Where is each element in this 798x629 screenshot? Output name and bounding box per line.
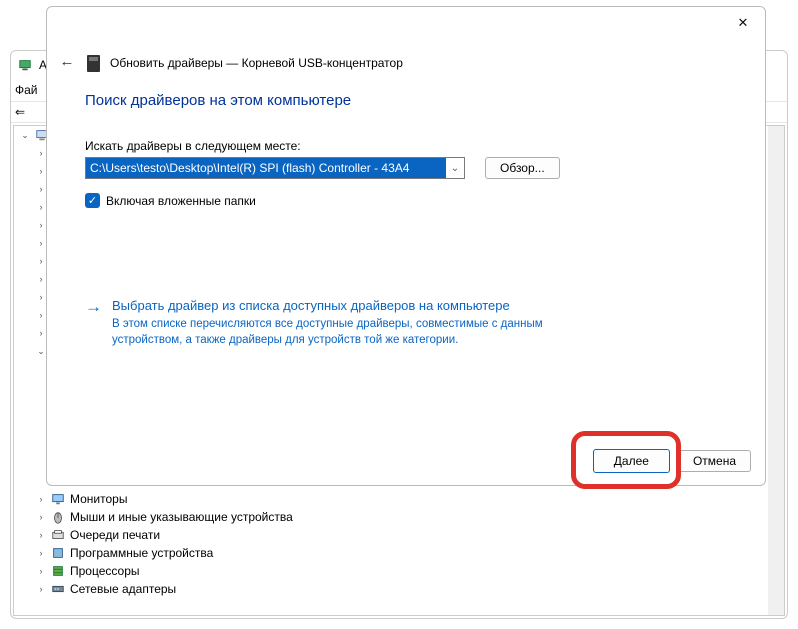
tree-expand-icon[interactable]: › (36, 184, 46, 194)
tree-expand-icon[interactable]: › (36, 548, 46, 558)
category-icon (50, 563, 66, 579)
checkbox-checked-icon[interactable]: ✓ (85, 193, 100, 208)
page-title: Поиск драйверов на этом компьютере (85, 92, 745, 109)
tree-expand-icon[interactable]: › (36, 166, 46, 176)
tree-category-label: Процессоры (70, 564, 140, 578)
include-subfolders-label: Включая вложенные папки (106, 194, 256, 208)
back-button[interactable]: ← (57, 53, 77, 73)
tree-expand-icon[interactable]: › (36, 148, 46, 158)
include-subfolders-checkbox[interactable]: ✓ Включая вложенные папки (85, 193, 745, 208)
device-manager-icon (17, 57, 33, 73)
update-driver-dialog: ✕ ← Обновить драйверы — Корневой USB-кон… (46, 6, 766, 486)
menu-file[interactable]: Фай (15, 83, 38, 97)
tree-expand-icon[interactable]: › (36, 512, 46, 522)
category-icon (50, 545, 66, 561)
path-label: Искать драйверы в следующем месте: (85, 139, 745, 153)
tree-category-label: Мониторы (70, 492, 127, 506)
tree-expand-icon[interactable]: › (36, 256, 46, 266)
close-button[interactable]: ✕ (727, 11, 759, 35)
scrollbar-vertical[interactable] (768, 126, 784, 615)
browse-button[interactable]: Обзор... (485, 157, 560, 179)
cancel-button[interactable]: Отмена (678, 450, 751, 472)
chevron-down-icon[interactable]: ⌄ (446, 163, 464, 174)
path-combobox[interactable]: C:\Users\testo\Desktop\Intel(R) SPI (fla… (85, 157, 465, 179)
next-button[interactable]: Далее (593, 449, 670, 473)
tree-expand-icon[interactable]: › (36, 274, 46, 284)
tree-category[interactable]: › Очереди печати (14, 526, 784, 544)
tree-category[interactable]: › Мыши и иные указывающие устройства (14, 508, 784, 526)
category-icon (50, 491, 66, 507)
tree-expand-icon[interactable]: › (36, 202, 46, 212)
tree-category-label: Мыши и иные указывающие устройства (70, 510, 293, 524)
toolbar-fragment: ⇐ (15, 105, 25, 119)
tree-expand-icon[interactable]: › (36, 310, 46, 320)
category-icon (50, 527, 66, 543)
tree-expand-icon[interactable]: ⌄ (20, 130, 30, 141)
tree-category-label: Сетевые адаптеры (70, 582, 176, 596)
pick-from-list-desc: В этом списке перечисляются все доступны… (112, 317, 582, 348)
dialog-title: Обновить драйверы — Корневой USB-концент… (110, 56, 403, 70)
tree-category[interactable]: › Сетевые адаптеры (14, 580, 784, 598)
tree-category[interactable]: › Мониторы (14, 490, 784, 508)
tree-expand-icon[interactable]: ⌄ (36, 346, 46, 357)
category-icon (50, 581, 66, 597)
tree-expand-icon[interactable]: › (36, 220, 46, 230)
arrow-right-icon: → (85, 298, 102, 348)
pick-from-list-link[interactable]: → Выбрать драйвер из списка доступных др… (85, 298, 745, 348)
tree-expand-icon[interactable]: › (36, 566, 46, 576)
pick-from-list-title[interactable]: Выбрать драйвер из списка доступных драй… (112, 298, 582, 313)
tree-category[interactable]: › Программные устройства (14, 544, 784, 562)
category-icon (50, 509, 66, 525)
path-value[interactable]: C:\Users\testo\Desktop\Intel(R) SPI (fla… (86, 158, 446, 178)
tree-expand-icon[interactable]: › (36, 328, 46, 338)
tree-category-label: Очереди печати (70, 528, 160, 542)
tree-expand-icon[interactable]: › (36, 584, 46, 594)
tree-expand-icon[interactable]: › (36, 530, 46, 540)
tree-expand-icon[interactable]: › (36, 238, 46, 248)
tree-expand-icon[interactable]: › (36, 292, 46, 302)
tree-category-label: Программные устройства (70, 546, 213, 560)
tree-expand-icon[interactable]: › (36, 494, 46, 504)
device-icon (87, 55, 100, 72)
tree-category[interactable]: › Процессоры (14, 562, 784, 580)
